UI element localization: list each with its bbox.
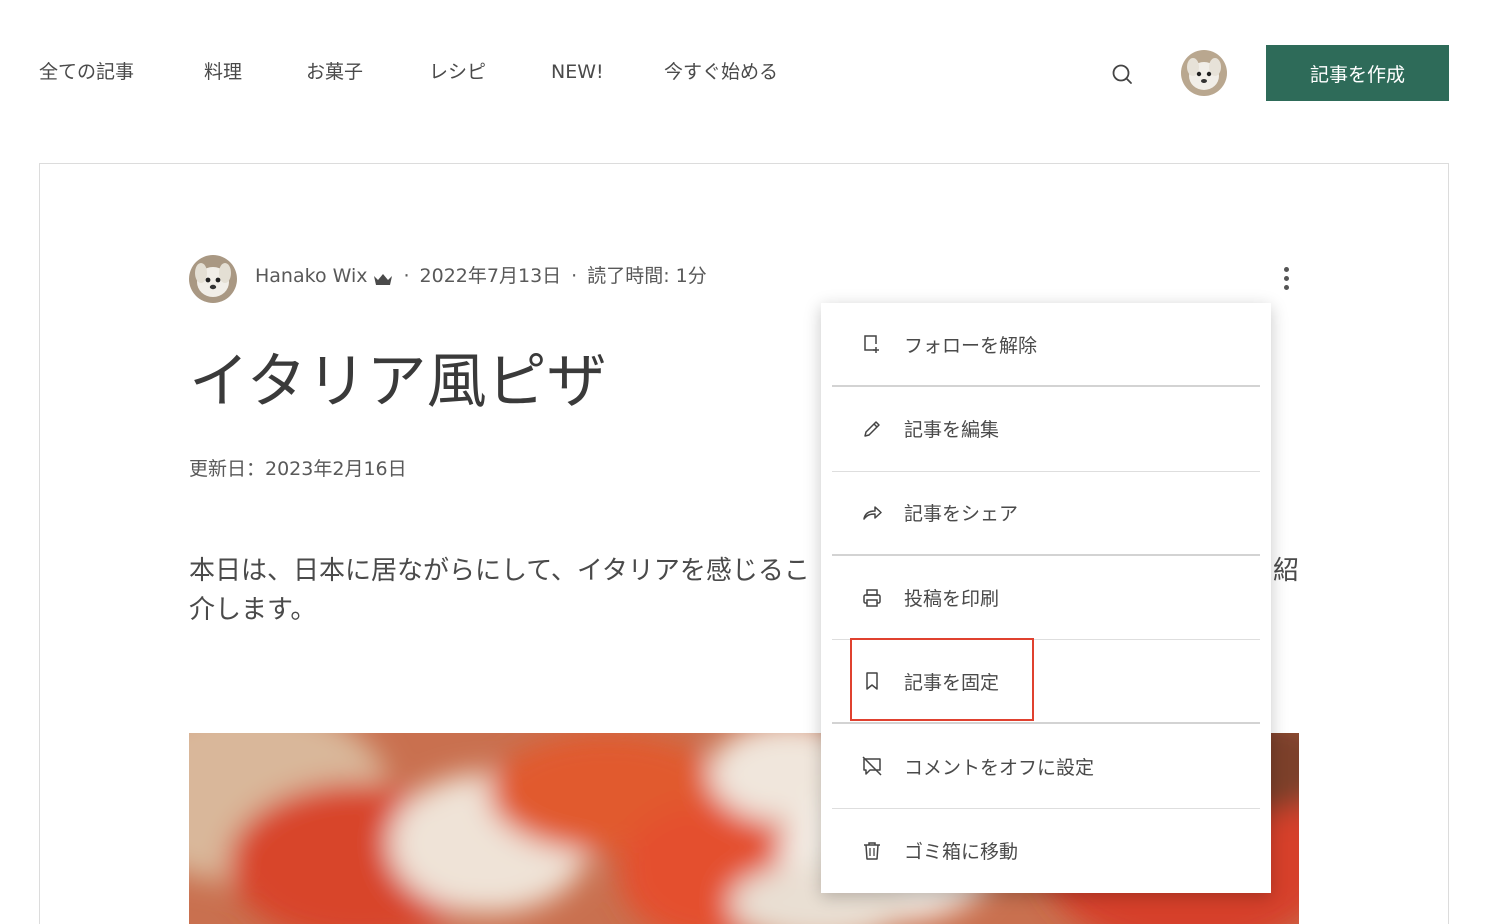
- blog-post-page: 全ての記事 料理 お菓子 レシピ NEW! 今すぐ始める 記事を作成 Hanak…: [0, 0, 1486, 924]
- meta-separator: ·: [403, 265, 410, 287]
- menu-item-label: 投稿を印刷: [904, 588, 1000, 611]
- post-meta: Hanako Wix · 2022年7月13日 · 読了時間: 1分: [255, 263, 707, 289]
- nav-item-all-posts[interactable]: 全ての記事: [39, 59, 134, 85]
- updated-date: 更新日：2023年2月16日: [189, 458, 407, 480]
- author-avatar[interactable]: [189, 255, 237, 303]
- bookmark-icon: [860, 669, 884, 693]
- author-name[interactable]: Hanako Wix: [255, 263, 368, 289]
- nav-item-sweets[interactable]: お菓子: [306, 59, 363, 85]
- menu-item-share-post[interactable]: 記事をシェア: [832, 472, 1260, 556]
- menu-item-label: フォローを解除: [904, 334, 1038, 357]
- menu-item-pin-post[interactable]: 記事を固定: [832, 640, 1260, 725]
- user-avatar[interactable]: [1181, 50, 1227, 96]
- menu-item-unfollow[interactable]: フォローを解除: [832, 303, 1260, 388]
- menu-item-label: 記事をシェア: [904, 503, 1019, 526]
- menu-item-print-post[interactable]: 投稿を印刷: [832, 556, 1260, 641]
- share-arrow-icon: [860, 501, 884, 525]
- meta-separator: ·: [571, 265, 578, 287]
- unfollow-post-icon: [860, 332, 884, 356]
- search-icon[interactable]: [1109, 61, 1135, 87]
- trash-icon: [860, 839, 884, 863]
- menu-item-label: 記事を固定: [904, 671, 1000, 694]
- crown-icon: [372, 268, 394, 285]
- post-date: 2022年7月13日: [419, 265, 562, 287]
- menu-item-move-to-trash[interactable]: ゴミ箱に移動: [832, 809, 1260, 893]
- pencil-icon: [860, 417, 884, 441]
- nav-item-recipes[interactable]: レシピ: [429, 59, 486, 85]
- post-body-line2: 介します。: [189, 595, 317, 625]
- create-post-button[interactable]: 記事を作成: [1266, 45, 1449, 101]
- menu-item-label: ゴミ箱に移動: [904, 841, 1019, 864]
- post-body-line1: 本日は、日本に居ながらにして、イタリアを感じるこ: [189, 556, 810, 586]
- menu-item-turn-off-comments[interactable]: コメントをオフに設定: [832, 724, 1260, 809]
- post-body-line1-tail: 紹: [1272, 556, 1299, 586]
- comments-off-icon: [860, 754, 884, 778]
- nav-item-get-started[interactable]: 今すぐ始める: [664, 59, 778, 85]
- post-title: イタリア風ピザ: [189, 347, 607, 417]
- menu-item-label: 記事を編集: [904, 419, 1000, 442]
- printer-icon: [860, 586, 884, 610]
- read-time: 読了時間: 1分: [587, 265, 707, 287]
- menu-item-label: コメントをオフに設定: [904, 756, 1095, 779]
- menu-item-edit-post[interactable]: 記事を編集: [832, 387, 1260, 472]
- nav-item-new[interactable]: NEW!: [551, 59, 604, 85]
- more-actions-icon[interactable]: [1272, 264, 1300, 292]
- post-actions-menu: フォローを解除 記事を編集 記事をシェア 投稿を印刷 記事を固定 コメントをオフ…: [821, 303, 1271, 893]
- nav-item-cooking[interactable]: 料理: [204, 59, 242, 85]
